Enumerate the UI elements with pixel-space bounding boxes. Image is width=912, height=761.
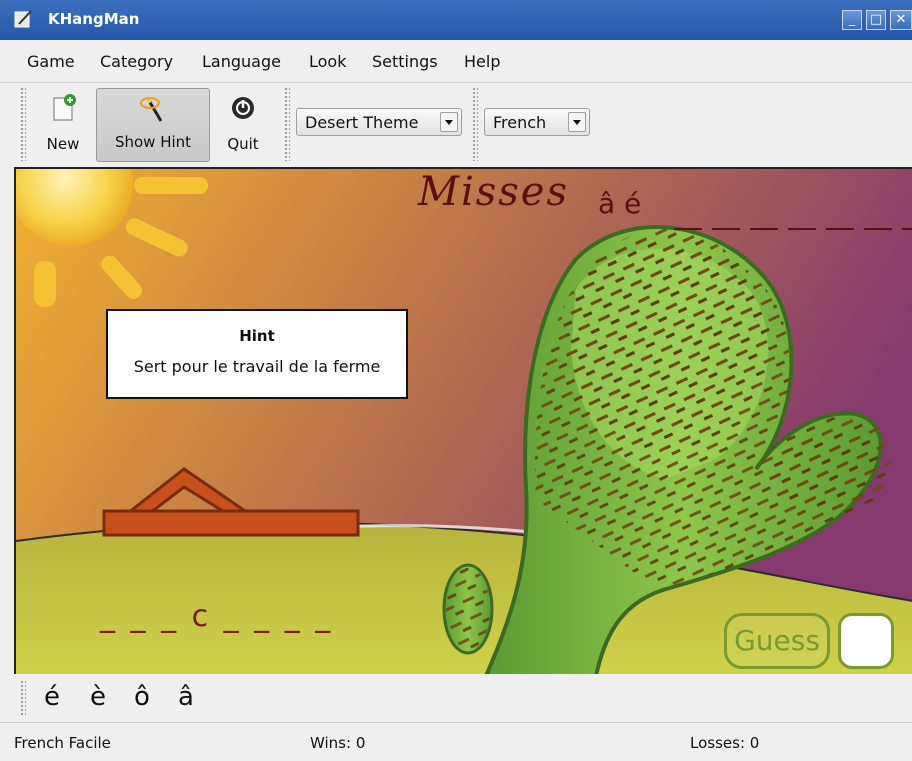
char-button-e-acute[interactable]: é [44, 682, 60, 712]
quit-button[interactable]: Quit [216, 87, 270, 163]
toolbar-handle[interactable] [20, 680, 26, 716]
language-select-value: French [493, 113, 547, 132]
toolbar-handle[interactable] [20, 87, 26, 161]
status-language-level: French Facile [14, 734, 111, 752]
power-icon [232, 97, 254, 119]
menu-bar: Game Category Language Look Settings Hel… [0, 40, 912, 83]
game-area: Misses â é Hint Sert pour le travail de … [14, 167, 912, 674]
char-button-e-grave[interactable]: è [90, 682, 106, 712]
language-select[interactable]: French [484, 108, 590, 136]
menu-help[interactable]: Help [464, 52, 500, 71]
quit-button-label: Quit [227, 135, 259, 153]
chevron-down-icon [568, 112, 586, 132]
new-game-button[interactable]: New [34, 87, 92, 163]
status-losses: Losses: 0 [690, 734, 760, 752]
status-bar: French Facile Wins: 0 Losses: 0 [0, 723, 912, 761]
word-to-guess: _ _ _ c _ _ _ _ [100, 599, 334, 634]
hint-text: Sert pour le travail de la ferme [133, 357, 381, 376]
menu-look[interactable]: Look [309, 52, 346, 71]
show-hint-button[interactable]: Show Hint [96, 88, 210, 162]
maximize-button[interactable]: □ [866, 10, 886, 30]
toolbar: New Show Hint Quit Desert Theme French [0, 83, 912, 167]
special-characters-toolbar: é è ô â [0, 674, 912, 723]
status-wins: Wins: 0 [310, 734, 366, 752]
hint-title: Hint [239, 327, 275, 345]
toolbar-handle[interactable] [472, 87, 478, 161]
magic-wand-icon [140, 97, 163, 122]
new-document-icon [53, 94, 76, 121]
window-title: KHangMan [48, 10, 140, 28]
title-bar: KHangMan _ □ ✕ [0, 0, 912, 40]
menu-game[interactable]: Game [27, 52, 75, 71]
char-button-o-circumflex[interactable]: ô [134, 682, 150, 712]
toolbar-handle[interactable] [284, 87, 290, 161]
minimize-button[interactable]: _ [842, 10, 862, 30]
hint-popup: Hint Sert pour le travail de la ferme [106, 309, 408, 399]
missed-letters: â é [598, 187, 642, 220]
theme-select[interactable]: Desert Theme [296, 108, 462, 136]
guess-input[interactable] [838, 613, 894, 669]
menu-category[interactable]: Category [100, 52, 173, 71]
theme-select-value: Desert Theme [305, 113, 419, 132]
new-button-label: New [46, 135, 80, 153]
chevron-down-icon [440, 112, 458, 132]
misses-label: Misses [418, 169, 570, 215]
close-button[interactable]: ✕ [890, 10, 912, 30]
menu-language[interactable]: Language [202, 52, 281, 71]
khangman-app-icon [14, 10, 32, 28]
show-hint-label: Show Hint [114, 133, 192, 151]
menu-settings[interactable]: Settings [372, 52, 438, 71]
guess-button[interactable]: Guess [724, 613, 830, 669]
char-button-a-circumflex[interactable]: â [178, 682, 194, 712]
